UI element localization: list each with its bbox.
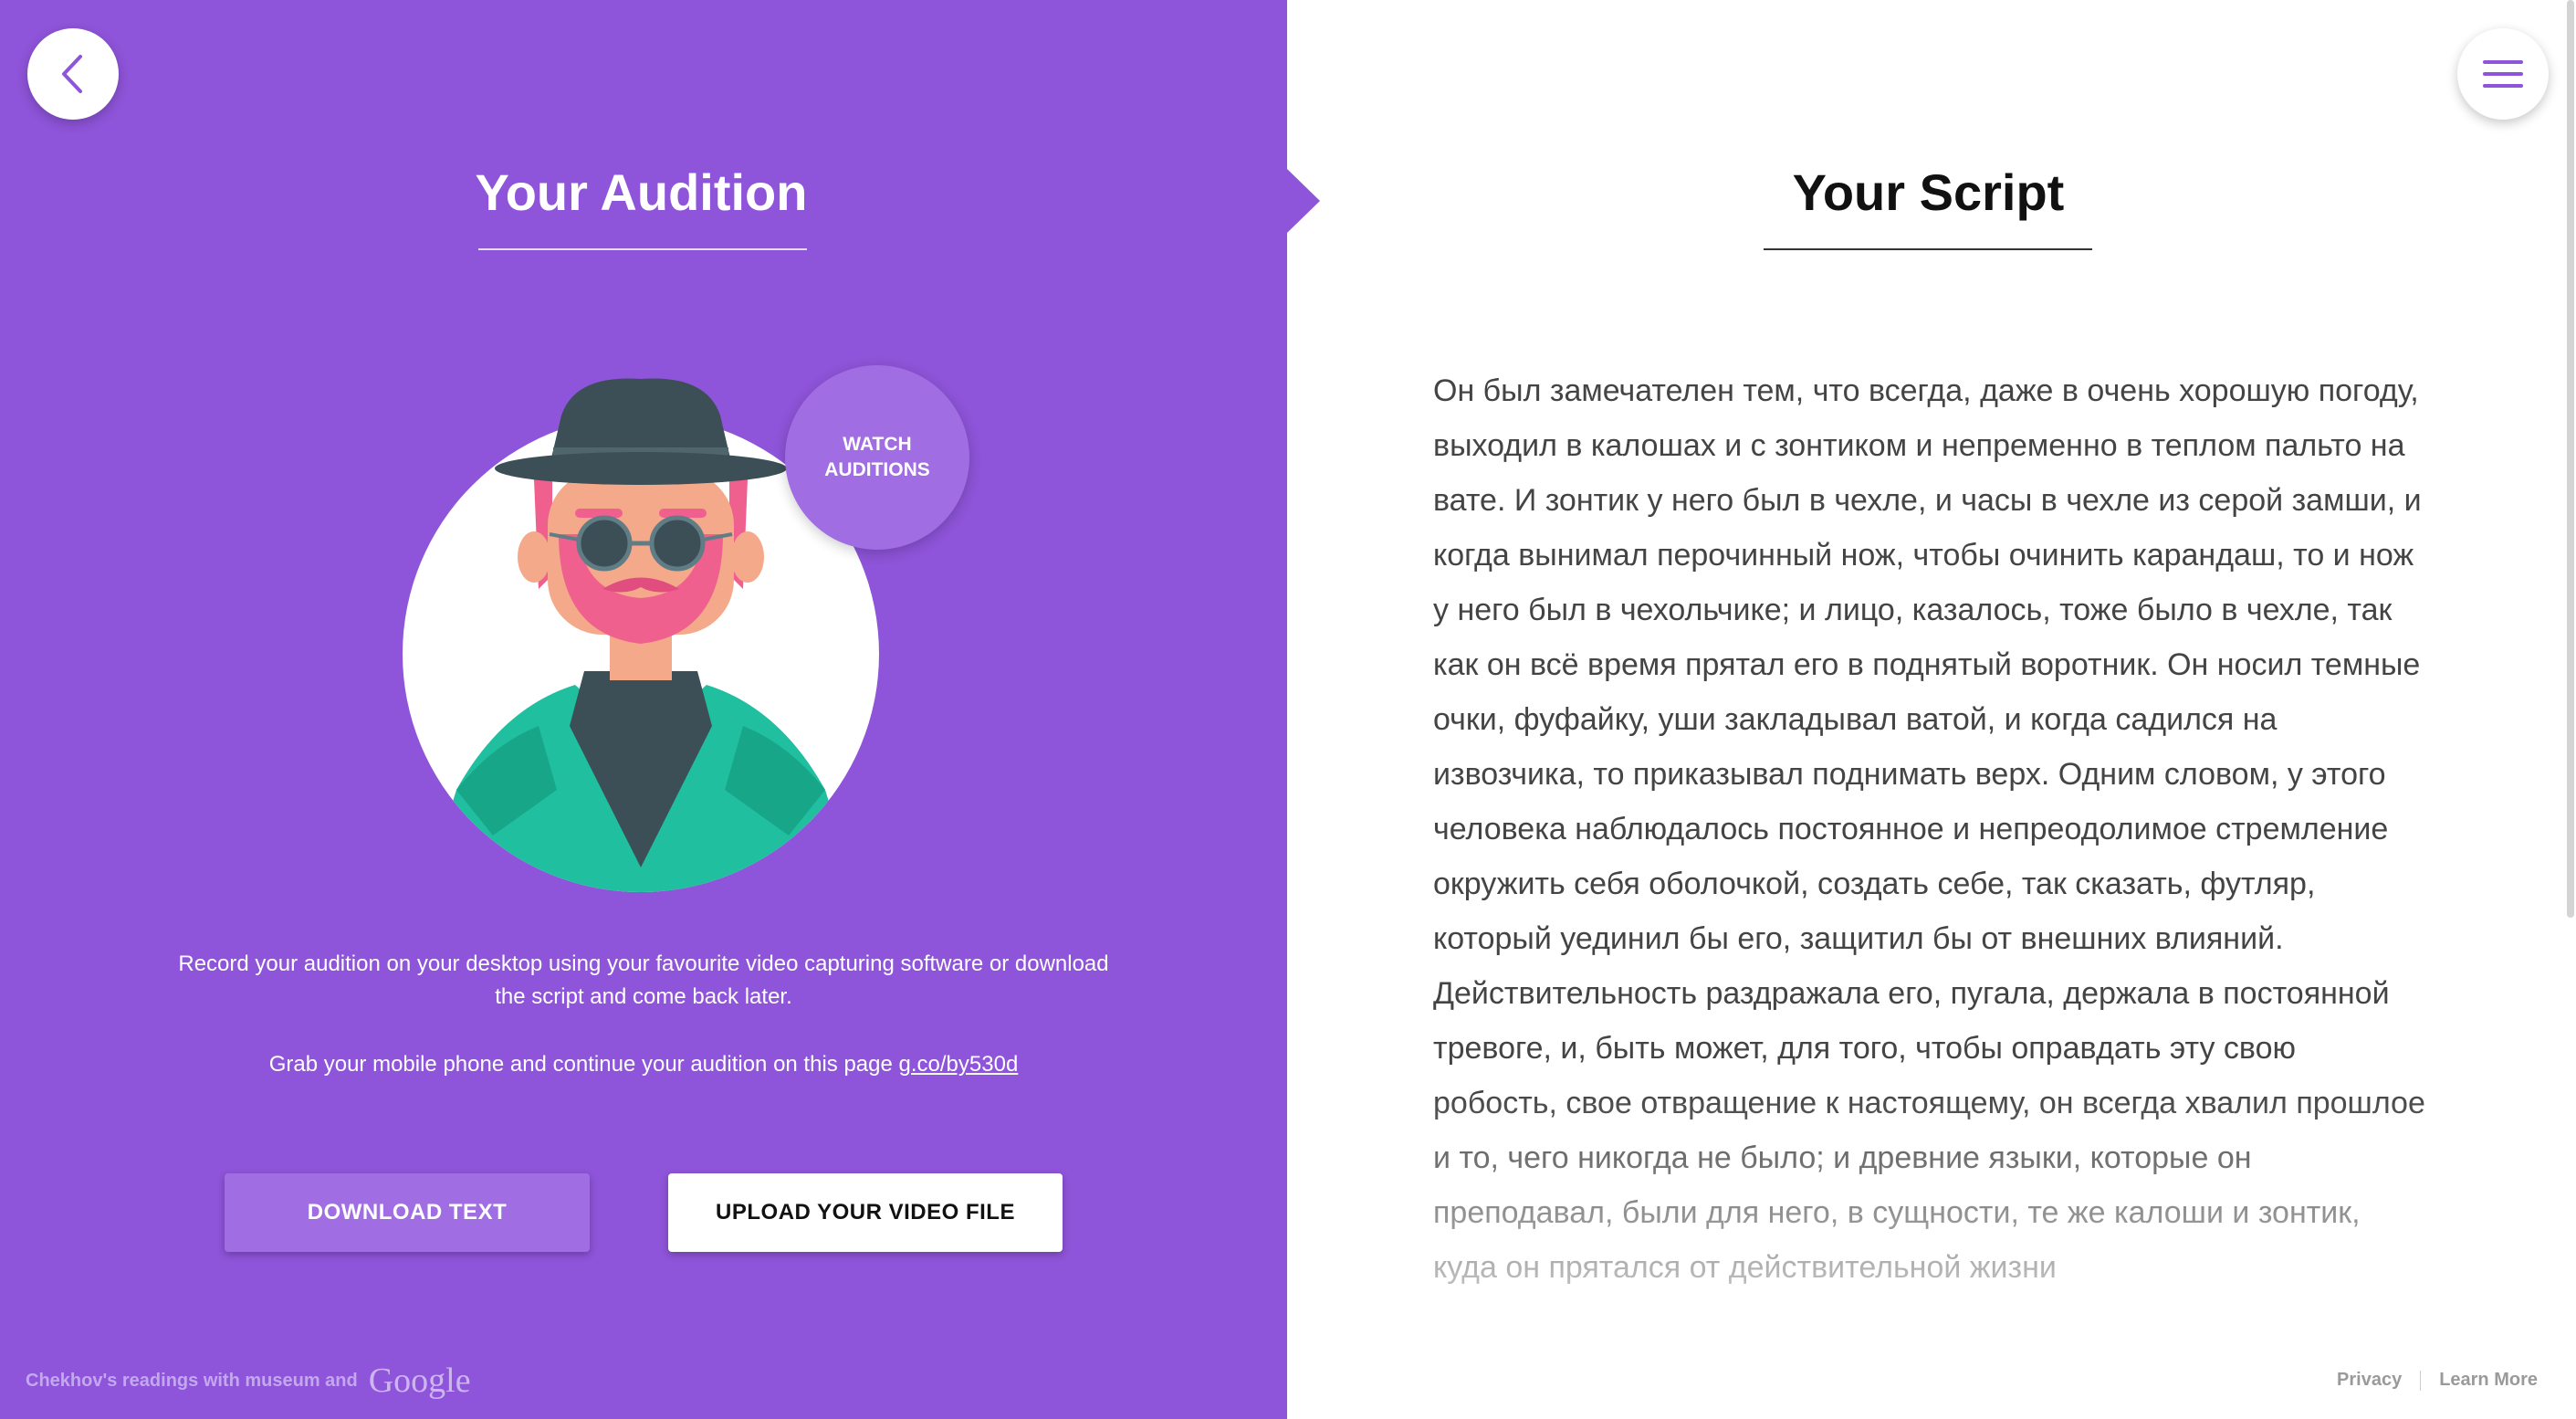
mobile-instructions-text: Grab your mobile phone and continue your… bbox=[268, 1052, 893, 1077]
script-text: Он был замечателен тем, что всегда, даже… bbox=[1433, 373, 2425, 1285]
scrollbar-thumb[interactable] bbox=[2567, 0, 2574, 918]
upload-video-button[interactable]: UPLOAD YOUR VIDEO FILE bbox=[668, 1173, 1063, 1252]
privacy-link[interactable]: Privacy bbox=[2337, 1370, 2402, 1391]
watch-auditions-line2: AUDITIONS bbox=[824, 459, 930, 480]
mobile-instructions: Grab your mobile phone and continue your… bbox=[164, 1048, 1123, 1081]
footer-divider bbox=[2420, 1370, 2422, 1391]
panel-pointer-arrow bbox=[1287, 169, 1320, 233]
google-logo[interactable]: Google bbox=[369, 1361, 471, 1401]
footer-credits-text: Chekhov's readings with museum and bbox=[26, 1370, 358, 1391]
watch-auditions-line1: WATCH bbox=[843, 434, 912, 455]
hamburger-menu-icon bbox=[2483, 60, 2523, 88]
menu-button[interactable] bbox=[2457, 28, 2549, 120]
audition-instructions: Record your audition on your desktop usi… bbox=[178, 951, 1109, 1009]
footer-links: Privacy Learn More bbox=[2337, 1370, 2538, 1391]
download-text-button[interactable]: DOWNLOAD TEXT bbox=[225, 1173, 590, 1252]
audition-title: Your Audition bbox=[475, 163, 808, 221]
watch-auditions-button[interactable]: WATCH AUDITIONS bbox=[785, 365, 969, 550]
chevron-left-icon bbox=[62, 55, 82, 93]
back-button[interactable] bbox=[27, 28, 119, 120]
script-title-underline bbox=[1764, 248, 2092, 250]
footer-credits: Chekhov's readings with museum and Googl… bbox=[26, 1361, 471, 1401]
audition-title-underline bbox=[478, 248, 807, 250]
script-title: Your Script bbox=[1792, 163, 2065, 221]
mobile-link[interactable]: g.co/by530d bbox=[899, 1052, 1019, 1077]
learn-more-link[interactable]: Learn More bbox=[2439, 1370, 2538, 1391]
